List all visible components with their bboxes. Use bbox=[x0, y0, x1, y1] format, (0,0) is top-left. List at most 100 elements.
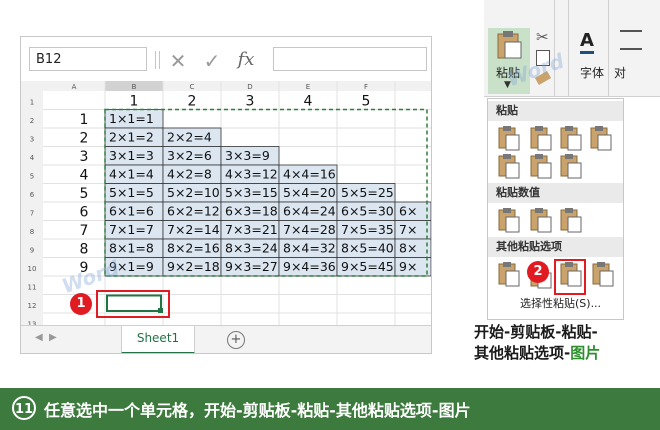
table-cell-text: 5×4=20 bbox=[283, 185, 336, 200]
paste-icon[interactable] bbox=[498, 125, 520, 151]
bottom-banner: 11 任意选中一个单元格，开始-剪贴板-粘贴-其他粘贴选项-图片 bbox=[0, 388, 660, 430]
check-icon[interactable]: ✓ bbox=[201, 49, 223, 73]
add-sheet-icon[interactable]: + bbox=[227, 331, 245, 349]
row-header-12: 12 bbox=[28, 302, 37, 310]
step-badge-2: 2 bbox=[527, 261, 549, 283]
align-icon[interactable] bbox=[620, 30, 642, 50]
table-cell-text: 8×4=32 bbox=[283, 241, 336, 256]
step-number: 11 bbox=[12, 396, 36, 420]
table-cell-text: 9×5=45 bbox=[341, 259, 394, 274]
table-cell-text: 4×4=16 bbox=[283, 167, 336, 182]
header-number: 2 bbox=[188, 94, 197, 110]
row-header-10: 10 bbox=[28, 265, 37, 273]
table-cell-text: 3×2=6 bbox=[167, 148, 212, 163]
separator bbox=[155, 51, 156, 69]
keep-column-widths-icon[interactable] bbox=[530, 153, 552, 179]
row-header-6: 6 bbox=[30, 191, 35, 199]
table-cell-text: 7×5=35 bbox=[341, 222, 394, 237]
table-cell-text: 7×3=21 bbox=[225, 222, 278, 237]
caption-highlight: 图片 bbox=[570, 344, 601, 362]
values-number-format-icon[interactable] bbox=[530, 207, 552, 233]
sheet-tabs-bar: ◀ ▶ Sheet1 + bbox=[21, 325, 431, 353]
table-cell-text: 6×5=30 bbox=[341, 204, 394, 219]
table-cell-text: 8×2=16 bbox=[167, 241, 220, 256]
paste-formulas-number-format-icon[interactable] bbox=[560, 125, 582, 151]
no-borders-icon[interactable] bbox=[498, 153, 520, 179]
row-header-1: 1 bbox=[30, 99, 34, 107]
caption-line-1: 开始-剪贴板-粘贴- bbox=[474, 323, 598, 341]
formula-input[interactable] bbox=[273, 47, 427, 71]
table-cell-text: 4×3=12 bbox=[225, 167, 278, 182]
section-values-header: 粘贴数值 bbox=[488, 183, 623, 203]
row-header-2: 2 bbox=[30, 117, 34, 125]
table-cell-text: 8×3=24 bbox=[225, 241, 278, 256]
insert-function-icon[interactable]: fx bbox=[235, 49, 257, 70]
table-cell-text: 3×1=3 bbox=[109, 148, 154, 163]
section-other-header: 其他粘贴选项 bbox=[488, 237, 623, 257]
row-header-9: 9 bbox=[30, 247, 34, 255]
font-group-label: 字体 bbox=[580, 66, 605, 80]
keep-source-formatting-icon[interactable] bbox=[590, 125, 612, 151]
header-number: 3 bbox=[246, 94, 255, 110]
table-cell-text: 7×1=7 bbox=[109, 222, 154, 237]
table-cell-text: 7×2=14 bbox=[167, 222, 220, 237]
separator bbox=[608, 0, 609, 96]
scroll-left-icon[interactable]: ◀ bbox=[35, 332, 43, 343]
cut-icon[interactable]: ✂ bbox=[536, 28, 549, 46]
scroll-right-icon[interactable]: ▶ bbox=[49, 332, 57, 343]
table-cell-text: 4×2=8 bbox=[167, 167, 212, 182]
table-cell-text: 8× bbox=[399, 241, 417, 256]
row-number: 6 bbox=[80, 205, 89, 221]
column-header-A: A bbox=[72, 83, 77, 91]
table-cell-text: 6× bbox=[399, 204, 417, 219]
caption-line-2: 其他粘贴选项-图片 bbox=[474, 343, 600, 364]
row-header-4: 4 bbox=[30, 154, 35, 162]
formula-bar: B12 ✕ ✓ fx bbox=[21, 37, 431, 81]
separator bbox=[159, 51, 160, 69]
separator bbox=[554, 0, 555, 96]
table-cell-text: 3×3=9 bbox=[225, 148, 270, 163]
row-number: 1 bbox=[80, 112, 89, 128]
column-header-C: C bbox=[190, 83, 195, 91]
table-cell-text: 6×4=24 bbox=[283, 204, 336, 219]
table-cell-text: 8×1=8 bbox=[109, 241, 154, 256]
table-cell-text: 5×2=10 bbox=[167, 185, 220, 200]
table-cell-text: 9×2=18 bbox=[167, 259, 220, 274]
paste-values-icon[interactable] bbox=[498, 207, 520, 233]
name-box[interactable]: B12 bbox=[29, 47, 147, 71]
row-number: 7 bbox=[80, 223, 89, 239]
table-cell-text: 8×5=40 bbox=[341, 241, 394, 256]
table-cell-text: 9×4=36 bbox=[283, 259, 336, 274]
tab-sheet1[interactable]: Sheet1 bbox=[121, 326, 195, 353]
paste-formulas-icon[interactable] bbox=[530, 125, 552, 151]
table-cell-text: 7×4=28 bbox=[283, 222, 336, 237]
header-number: 4 bbox=[304, 94, 313, 110]
row-number: 3 bbox=[80, 149, 89, 165]
row-header-11: 11 bbox=[28, 284, 37, 292]
paste-special-link[interactable]: 选择性粘贴(S)... bbox=[520, 295, 601, 311]
column-header-E: E bbox=[306, 83, 310, 91]
caption-line-2-text: 其他粘贴选项- bbox=[474, 344, 571, 362]
table-cell-text: 6×3=18 bbox=[225, 204, 278, 219]
table-cell-text: 9×3=27 bbox=[225, 259, 278, 274]
highlight-cell-frame bbox=[96, 290, 170, 318]
linked-picture-icon[interactable] bbox=[592, 261, 614, 287]
paste-formatting-icon[interactable] bbox=[498, 261, 520, 287]
transpose-icon[interactable] bbox=[560, 153, 582, 179]
step-badge-1: 1 bbox=[70, 293, 92, 315]
font-color-icon[interactable]: A bbox=[580, 30, 594, 54]
row-header-5: 5 bbox=[30, 173, 34, 181]
values-source-formatting-icon[interactable] bbox=[560, 207, 582, 233]
table-cell-text: 9× bbox=[399, 259, 417, 274]
banner-text: 任意选中一个单元格，开始-剪贴板-粘贴-其他粘贴选项-图片 bbox=[44, 401, 471, 420]
column-header-F: F bbox=[364, 83, 368, 91]
row-header-7: 7 bbox=[30, 210, 34, 218]
cancel-icon[interactable]: ✕ bbox=[167, 49, 189, 73]
paste-link-icon[interactable] bbox=[560, 261, 582, 287]
table-cell-text: 5×3=15 bbox=[225, 185, 278, 200]
row-header-3: 3 bbox=[30, 136, 34, 144]
table-cell-text: 5×5=25 bbox=[341, 185, 394, 200]
row-number: 8 bbox=[80, 242, 89, 258]
clipboard-icon bbox=[497, 31, 522, 59]
instruction-caption: 开始-剪贴板-粘贴- 其他粘贴选项-图片 bbox=[474, 322, 600, 364]
